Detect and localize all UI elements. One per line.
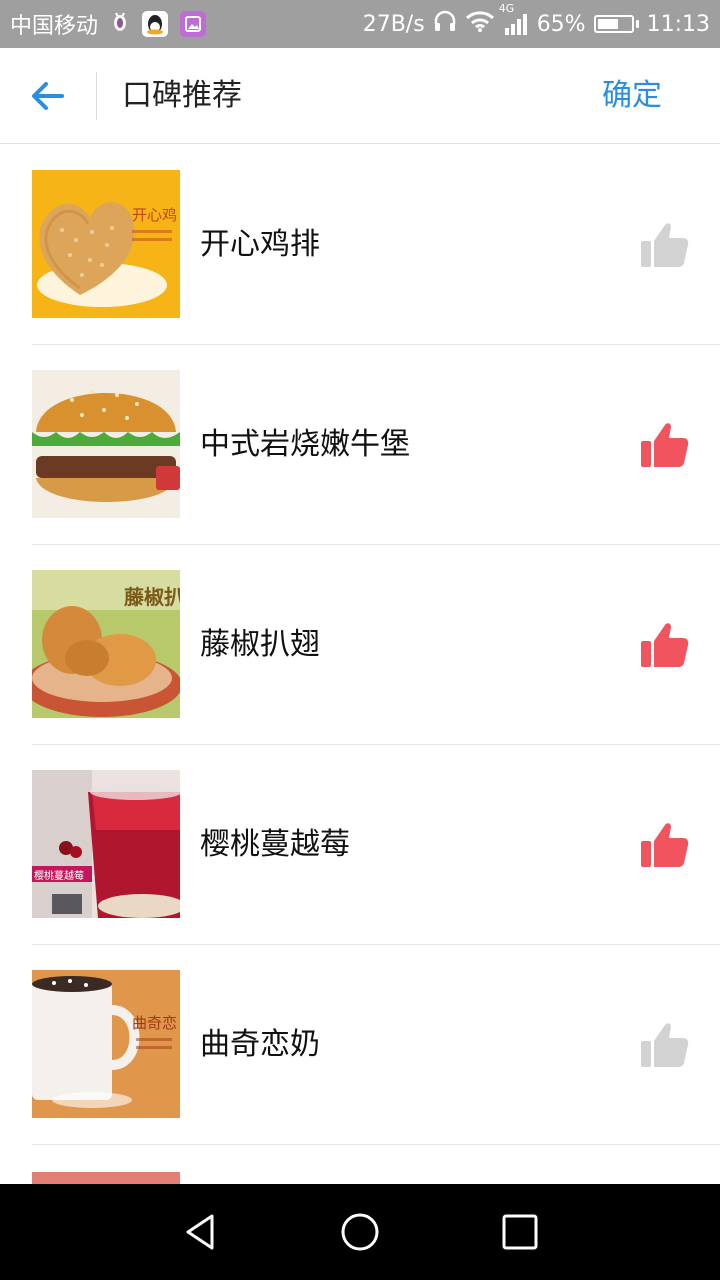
like-button[interactable] bbox=[636, 617, 692, 673]
nav-recent-button[interactable] bbox=[496, 1208, 544, 1256]
like-button[interactable] bbox=[636, 217, 692, 273]
like-button[interactable] bbox=[636, 1017, 692, 1073]
thumb-text: 樱桃蔓越莓 bbox=[34, 869, 84, 882]
thumb-text: 曲奇恋 bbox=[132, 1014, 177, 1032]
wifi-icon bbox=[465, 10, 495, 38]
item-thumbnail bbox=[32, 370, 180, 518]
confirm-button[interactable]: 确定 bbox=[602, 76, 662, 116]
headphones-icon bbox=[433, 10, 457, 38]
battery-percent: 65% bbox=[536, 11, 586, 37]
item-thumbnail: 藤椒扒 bbox=[32, 570, 180, 718]
cell-signal-icon: 4G bbox=[499, 2, 529, 36]
system-nav-bar bbox=[0, 1184, 720, 1280]
network-type-label: 4G bbox=[498, 2, 515, 15]
clock-label: 11:13 bbox=[646, 11, 710, 37]
like-button[interactable] bbox=[636, 817, 692, 873]
item-name: 藤椒扒翅 bbox=[200, 627, 320, 662]
gallery-app-icon bbox=[180, 11, 207, 37]
nav-home-button[interactable] bbox=[336, 1208, 384, 1256]
bug-icon bbox=[110, 10, 130, 38]
back-button[interactable] bbox=[20, 68, 76, 124]
list-item[interactable]: 樱桃蔓越莓 樱桃蔓越莓 bbox=[32, 745, 720, 945]
battery-icon bbox=[593, 15, 639, 33]
thumbs-up-icon bbox=[641, 1023, 689, 1067]
thumbs-up-icon bbox=[641, 823, 689, 867]
carrier-label: 中国移动 bbox=[10, 14, 99, 39]
item-name: 樱桃蔓越莓 bbox=[200, 827, 350, 862]
item-name: 中式岩烧嫩牛堡 bbox=[200, 427, 410, 462]
item-thumbnail-partial bbox=[32, 1172, 180, 1184]
item-thumbnail: 樱桃蔓越莓 bbox=[32, 770, 180, 918]
arrow-left-icon bbox=[32, 82, 64, 110]
triangle-back-icon bbox=[186, 1214, 214, 1250]
recommendation-list: 开心鸡 开心鸡排 中式岩烧嫩牛堡 藤椒扒 藤椒扒翅 樱桃蔓越莓 樱桃蔓越莓 曲奇… bbox=[0, 145, 720, 1145]
status-bar: 中国移动 27B/s 4G 65% 11:13 bbox=[0, 0, 720, 48]
list-item[interactable]: 曲奇恋 曲奇恋奶 bbox=[32, 945, 720, 1145]
list-item[interactable]: 藤椒扒 藤椒扒翅 bbox=[32, 545, 720, 745]
list-item[interactable]: 开心鸡 开心鸡排 bbox=[32, 145, 720, 345]
thumb-text: 藤椒扒 bbox=[123, 585, 180, 609]
item-name: 曲奇恋奶 bbox=[200, 1027, 320, 1062]
header-divider bbox=[96, 72, 97, 120]
app-header: 口碑推荐 确定 bbox=[0, 48, 720, 144]
square-recent-icon bbox=[502, 1214, 538, 1250]
thumb-text: 开心鸡 bbox=[132, 206, 177, 224]
item-name: 开心鸡排 bbox=[200, 227, 320, 262]
qq-app-icon bbox=[142, 11, 169, 37]
battery-fill bbox=[597, 19, 619, 29]
list-item[interactable]: 中式岩烧嫩牛堡 bbox=[32, 345, 720, 545]
nav-back-button[interactable] bbox=[176, 1208, 224, 1256]
thumbs-up-icon bbox=[641, 423, 689, 467]
circle-home-icon bbox=[341, 1213, 379, 1251]
item-thumbnail: 曲奇恋 bbox=[32, 970, 180, 1118]
net-speed-label: 27B/s bbox=[362, 11, 425, 37]
item-thumbnail: 开心鸡 bbox=[32, 170, 180, 318]
thumbs-up-icon bbox=[641, 623, 689, 667]
page-title: 口碑推荐 bbox=[122, 78, 242, 113]
thumbs-up-icon bbox=[641, 223, 689, 267]
like-button[interactable] bbox=[636, 417, 692, 473]
